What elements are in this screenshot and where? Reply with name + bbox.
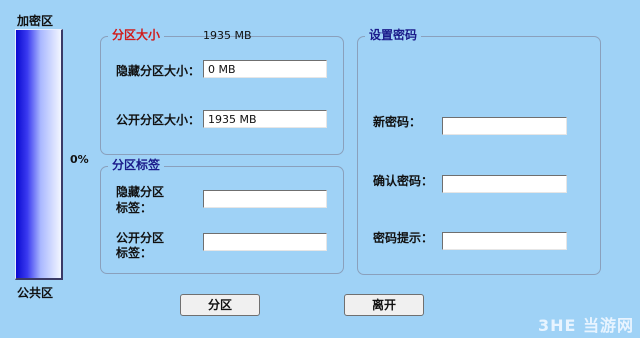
confirm-password-label: 确认密码： — [373, 174, 434, 188]
total-size-value: 1935 MB — [203, 29, 252, 42]
partition-button[interactable]: 分区 — [180, 294, 260, 316]
percent-readout: 0% — [70, 153, 89, 166]
public-area-label: 公共区 — [17, 286, 54, 300]
public-size-label: 公开分区大小： — [116, 113, 201, 127]
new-password-label: 新密码： — [373, 115, 422, 129]
hidden-label-label-line2: 标签： — [116, 201, 153, 215]
new-password-field[interactable] — [442, 117, 567, 135]
public-size-field[interactable] — [203, 110, 327, 128]
hidden-label-label-line1: 隐藏分区 — [116, 185, 165, 199]
partition-ratio-bar[interactable] — [15, 29, 63, 280]
password-title: 设置密码 — [365, 28, 422, 42]
hidden-size-label: 隐藏分区大小： — [116, 64, 201, 78]
hidden-label-field[interactable] — [203, 190, 327, 208]
exit-button[interactable]: 离开 — [344, 294, 424, 316]
confirm-password-field[interactable] — [442, 175, 567, 193]
partition-size-group — [100, 36, 344, 155]
password-hint-field[interactable] — [442, 232, 567, 250]
public-label-field[interactable] — [203, 233, 327, 251]
public-label-label-line2: 标签： — [116, 246, 153, 260]
partition-size-title: 分区大小 — [108, 28, 165, 42]
watermark: 3HE 当游网 — [537, 316, 634, 335]
encrypted-area-label: 加密区 — [17, 14, 54, 28]
partition-label-title: 分区标签 — [108, 158, 165, 172]
password-hint-label: 密码提示： — [373, 231, 434, 245]
hidden-size-field[interactable] — [203, 60, 327, 78]
